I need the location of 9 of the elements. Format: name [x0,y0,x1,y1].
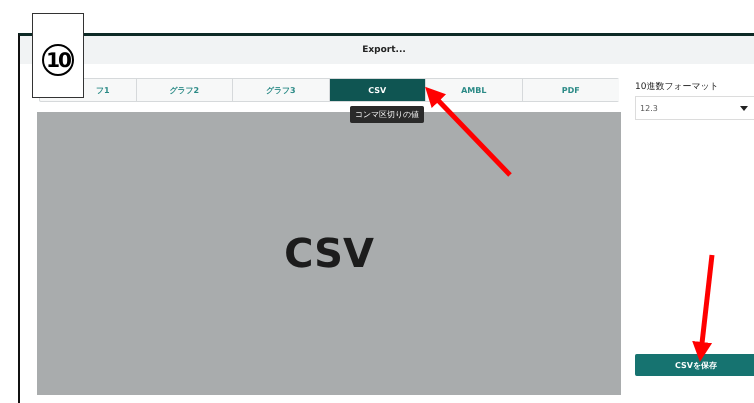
save-button[interactable]: CSVを保存 [635,354,754,376]
caret-icon [740,106,748,110]
step-number: 10 [42,44,74,76]
field-label: 10進数フォーマット [635,80,720,93]
tooltip: コンマ区切りの値 [350,106,424,123]
preview-label: CSV [284,230,374,276]
format-dropdown[interactable]: 12.3 [635,96,754,120]
tab[interactable]: CSV [330,79,426,101]
window-title: Export... [362,45,406,55]
